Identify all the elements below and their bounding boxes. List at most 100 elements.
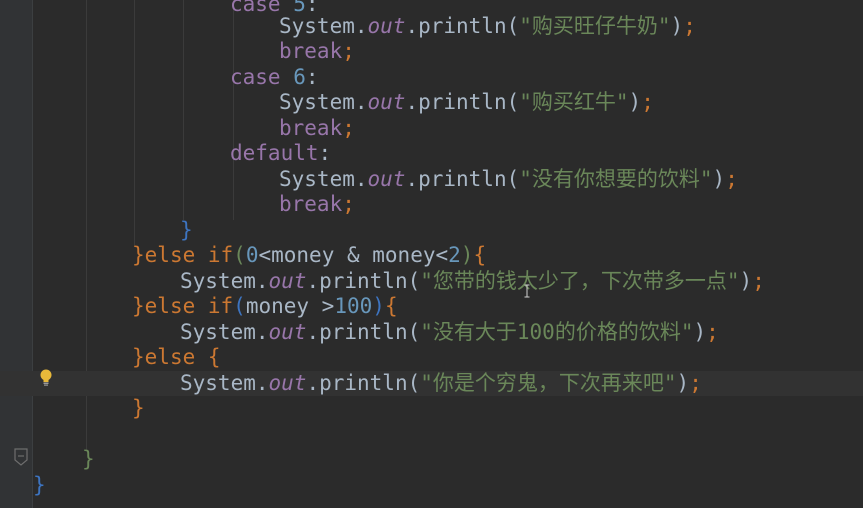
code-token: System. bbox=[180, 371, 269, 395]
code-text: System.out.println("购买旺仔牛奶"); bbox=[279, 14, 696, 39]
code-token: .println( bbox=[405, 90, 520, 114]
code-token: else if bbox=[144, 294, 234, 318]
code-token: ) bbox=[460, 243, 474, 267]
code-token: System. bbox=[279, 14, 368, 38]
code-line[interactable]: System.out.println("您带的钱太少了，下次带多一点"); bbox=[0, 269, 863, 294]
text-cursor-icon bbox=[524, 284, 530, 298]
fold-icon[interactable] bbox=[12, 448, 30, 466]
code-token: case bbox=[230, 65, 294, 89]
code-line[interactable]: }else if(0<money & money<2){ bbox=[0, 243, 863, 268]
code-line[interactable]: System.out.println("购买旺仔牛奶"); bbox=[0, 14, 863, 39]
code-token: <money & money< bbox=[258, 243, 449, 267]
code-token: break bbox=[279, 192, 343, 216]
code-token: ; bbox=[641, 90, 654, 114]
code-token: out bbox=[367, 90, 406, 114]
code-token: out bbox=[268, 371, 307, 395]
code-token: { bbox=[207, 345, 221, 369]
code-text: }else if(money >100){ bbox=[132, 294, 398, 319]
code-line[interactable]: } bbox=[0, 473, 863, 498]
code-line[interactable]: } bbox=[0, 447, 863, 472]
code-token: } bbox=[132, 294, 145, 318]
code-text: System.out.println("没有大于100的价格的饮料"); bbox=[180, 320, 719, 345]
code-text: } bbox=[82, 447, 95, 472]
code-line[interactable]: } bbox=[0, 218, 863, 243]
code-line[interactable]: } bbox=[0, 396, 863, 421]
code-text: }else if(0<money & money<2){ bbox=[132, 243, 486, 268]
code-token: "购买红牛" bbox=[519, 90, 629, 114]
code-token: ) bbox=[693, 320, 707, 344]
code-token: ; bbox=[689, 371, 702, 395]
code-text: } bbox=[132, 396, 145, 421]
code-token: "没有大于100的价格的饮料" bbox=[420, 320, 694, 344]
code-token: ) bbox=[372, 294, 385, 318]
code-editor[interactable]: case 5: System.out.println("购买旺仔牛奶"); brea… bbox=[0, 0, 863, 508]
code-token: ( bbox=[233, 243, 246, 267]
code-token: .println( bbox=[306, 371, 421, 395]
code-token: out bbox=[367, 14, 406, 38]
code-token: ; bbox=[342, 39, 355, 63]
code-token: ; bbox=[342, 192, 355, 216]
code-token: ) bbox=[712, 167, 726, 191]
code-token: } bbox=[132, 345, 145, 369]
code-line[interactable]: System.out.println("购买红牛"); bbox=[0, 90, 863, 115]
code-line[interactable]: default: bbox=[0, 141, 863, 166]
code-token: 100 bbox=[334, 294, 373, 318]
code-line[interactable]: System.out.println("没有大于100的价格的饮料"); bbox=[0, 320, 863, 345]
code-text: } bbox=[33, 473, 46, 498]
code-line-current[interactable]: System.out.println("你是个穷鬼，下次再来吧"); bbox=[0, 371, 863, 396]
code-line[interactable]: break; bbox=[0, 192, 863, 217]
code-token: } bbox=[132, 243, 145, 267]
code-line[interactable]: break; bbox=[0, 39, 863, 64]
code-token: out bbox=[367, 167, 406, 191]
code-token: } bbox=[33, 473, 46, 497]
code-text: System.out.println("没有你想要的饮料"); bbox=[279, 167, 738, 192]
code-token: } bbox=[180, 218, 193, 242]
code-token: .println( bbox=[306, 269, 421, 293]
code-token: break bbox=[279, 39, 343, 63]
code-token: ( bbox=[233, 294, 246, 318]
code-token: out bbox=[268, 269, 307, 293]
code-token: else bbox=[144, 345, 208, 369]
code-token: money > bbox=[245, 294, 335, 318]
code-text: } bbox=[180, 218, 193, 243]
code-token: ; bbox=[752, 269, 765, 293]
code-token: ; bbox=[342, 116, 355, 140]
code-text: break; bbox=[279, 39, 355, 64]
code-token: ) bbox=[670, 14, 684, 38]
code-token: } bbox=[132, 396, 145, 420]
code-text: System.out.println("购买红牛"); bbox=[279, 90, 654, 115]
lightbulb-icon[interactable] bbox=[39, 369, 53, 387]
code-token: 6 bbox=[293, 65, 306, 89]
code-token: ; bbox=[725, 167, 738, 191]
code-token: System. bbox=[279, 90, 368, 114]
code-token: ) bbox=[739, 269, 753, 293]
code-text: }else { bbox=[132, 345, 221, 370]
code-token: System. bbox=[180, 269, 269, 293]
code-token: "购买旺仔牛奶" bbox=[519, 14, 671, 38]
code-token: else if bbox=[144, 243, 234, 267]
code-token: { bbox=[473, 243, 487, 267]
code-token: System. bbox=[180, 320, 269, 344]
code-token: { bbox=[384, 294, 398, 318]
code-text: break; bbox=[279, 192, 355, 217]
code-line[interactable]: break; bbox=[0, 116, 863, 141]
code-token: ) bbox=[628, 90, 642, 114]
code-text: break; bbox=[279, 116, 355, 141]
code-token: out bbox=[268, 320, 307, 344]
code-token: } bbox=[82, 447, 95, 471]
code-token: ; bbox=[706, 320, 719, 344]
code-token: .println( bbox=[405, 14, 520, 38]
code-line[interactable]: }else { bbox=[0, 345, 863, 370]
code-line[interactable]: }else if(money >100){ bbox=[0, 294, 863, 319]
code-token: 0 bbox=[245, 243, 259, 267]
code-text: System.out.println("你是个穷鬼，下次再来吧"); bbox=[180, 371, 702, 396]
code-token: .println( bbox=[405, 167, 520, 191]
code-line[interactable]: System.out.println("没有你想要的饮料"); bbox=[0, 167, 863, 192]
code-token: "您带的钱太少了，下次带多一点" bbox=[420, 269, 740, 293]
code-token: : bbox=[318, 141, 332, 165]
code-line[interactable]: case 6: bbox=[0, 65, 863, 90]
code-token: ; bbox=[683, 14, 696, 38]
code-text: System.out.println("您带的钱太少了，下次带多一点"); bbox=[180, 269, 765, 294]
code-token: break bbox=[279, 116, 343, 140]
code-text: case 6: bbox=[230, 65, 319, 90]
